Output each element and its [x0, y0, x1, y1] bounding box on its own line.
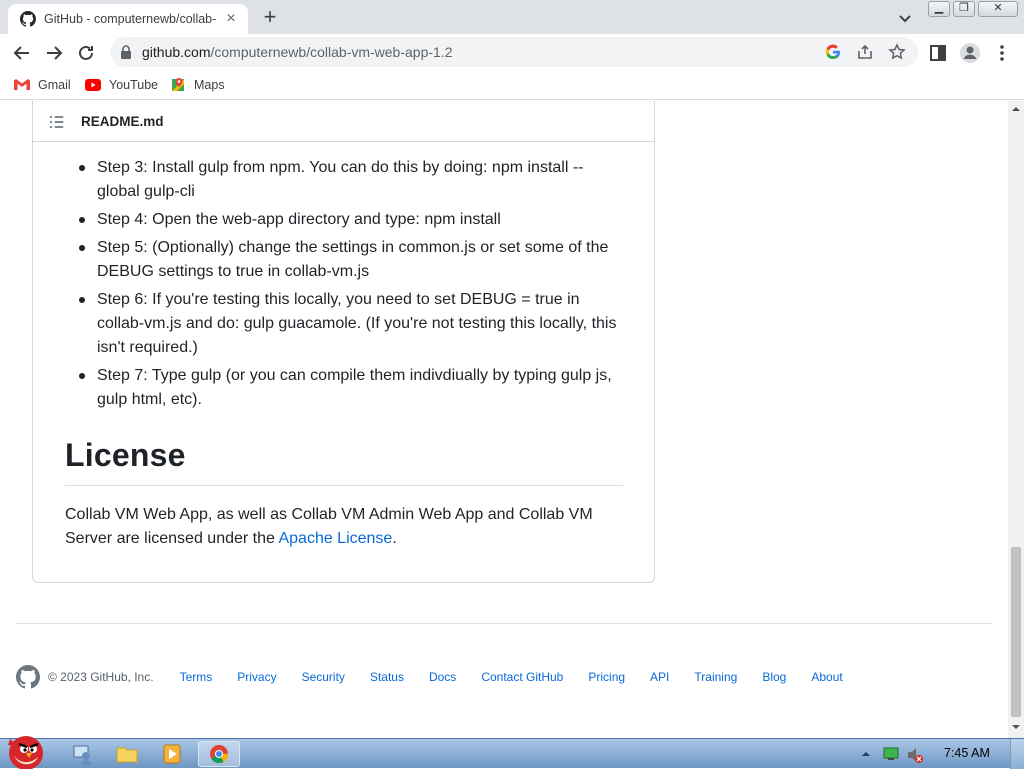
- show-desktop-button[interactable]: [1010, 739, 1024, 769]
- readme-filename: README.md: [81, 114, 164, 129]
- license-paragraph: Collab VM Web App, as well as Collab VM …: [65, 503, 625, 551]
- network-user-icon[interactable]: [64, 741, 102, 767]
- heading-divider: [65, 485, 623, 486]
- vertical-scrollbar[interactable]: [1008, 101, 1024, 738]
- taskbar-clock[interactable]: 7:45 AM: [944, 746, 990, 760]
- list-item: Step 6: If you're testing this locally, …: [65, 288, 625, 360]
- url-host: github.com: [142, 44, 211, 60]
- footer-link-terms[interactable]: Terms: [180, 670, 213, 684]
- start-button-angry-bird-icon[interactable]: [2, 729, 48, 769]
- side-panel-icon[interactable]: [925, 40, 951, 66]
- google-icon[interactable]: [824, 43, 842, 61]
- share-icon[interactable]: [856, 43, 874, 61]
- footer-link-api[interactable]: API: [650, 670, 669, 684]
- windows-taskbar: 7:45 AM: [0, 736, 1024, 769]
- browser-tab[interactable]: GitHub - computernewb/collab-vm-web-app-…: [8, 4, 248, 34]
- bookmark-label: YouTube: [109, 78, 159, 92]
- minimize-button[interactable]: ▁: [928, 1, 950, 17]
- footer-link-docs[interactable]: Docs: [429, 670, 456, 684]
- license-period: .: [392, 530, 397, 547]
- bookmark-label: Gmail: [38, 78, 71, 92]
- tab-search-chevron-icon[interactable]: [894, 8, 916, 28]
- forward-arrow-icon[interactable]: [41, 40, 67, 66]
- github-logo-icon[interactable]: [16, 665, 40, 689]
- page-viewport: README.md Step 3: Install gulp from npm.…: [0, 101, 1008, 738]
- github-icon: [20, 11, 36, 27]
- bookmark-maps[interactable]: Maps: [170, 76, 225, 94]
- chrome-taskbar-button[interactable]: [198, 741, 240, 767]
- list-item: Step 7: Type gulp (or you can compile th…: [65, 364, 625, 412]
- list-item: Step 5: (Optionally) change the settings…: [65, 236, 625, 284]
- address-bar[interactable]: github.com/computernewb/collab-vm-web-ap…: [110, 37, 918, 67]
- url-text: github.com/computernewb/collab-vm-web-ap…: [142, 44, 452, 60]
- list-item: Step 3: Install gulp from npm. You can d…: [65, 156, 625, 204]
- chrome-icon: [210, 745, 229, 764]
- footer-link-status[interactable]: Status: [370, 670, 404, 684]
- url-path: /computernewb/collab-vm-web-app-1.2: [210, 44, 453, 60]
- reload-icon[interactable]: [73, 40, 99, 66]
- media-player-icon[interactable]: [153, 741, 191, 767]
- tab-title: GitHub - computernewb/collab-vm-web-app-…: [44, 12, 216, 26]
- readme-header: README.md: [33, 102, 654, 142]
- footer-divider: [16, 623, 992, 624]
- footer-link-security[interactable]: Security: [302, 670, 345, 684]
- profile-avatar-icon[interactable]: [957, 40, 983, 66]
- footer-link-blog[interactable]: Blog: [762, 670, 786, 684]
- list-unordered-icon[interactable]: [49, 114, 65, 130]
- bookmark-youtube[interactable]: YouTube: [85, 76, 158, 94]
- scroll-up-arrow-icon[interactable]: [1008, 103, 1024, 115]
- kebab-menu-icon[interactable]: [989, 40, 1015, 66]
- footer-link-pricing[interactable]: Pricing: [588, 670, 625, 684]
- lock-icon[interactable]: [120, 45, 132, 59]
- apache-license-link[interactable]: Apache License: [278, 530, 392, 547]
- back-arrow-icon[interactable]: [9, 40, 35, 66]
- footer-link-privacy[interactable]: Privacy: [237, 670, 276, 684]
- install-steps-list: Step 3: Install gulp from npm. You can d…: [65, 156, 625, 416]
- bookmarks-bar: Gmail YouTube Maps: [0, 70, 1024, 100]
- star-bookmark-icon[interactable]: [888, 43, 906, 61]
- license-heading: License: [65, 437, 186, 473]
- footer-link-about[interactable]: About: [811, 670, 842, 684]
- tab-close-button[interactable]: ×: [222, 10, 240, 28]
- volume-muted-icon[interactable]: [906, 746, 924, 764]
- bookmark-label: Maps: [194, 78, 225, 92]
- youtube-icon: [85, 79, 101, 91]
- footer-link-contact[interactable]: Contact GitHub: [481, 670, 563, 684]
- browser-toolbar: github.com/computernewb/collab-vm-web-ap…: [0, 34, 1024, 70]
- bookmark-gmail[interactable]: Gmail: [14, 76, 71, 94]
- scroll-down-arrow-icon[interactable]: [1008, 721, 1024, 733]
- copyright-text: © 2023 GitHub, Inc.: [48, 670, 154, 684]
- file-explorer-icon[interactable]: [108, 741, 146, 767]
- list-item: Step 4: Open the web-app directory and t…: [65, 208, 625, 232]
- maps-icon: [172, 78, 184, 91]
- tab-strip: GitHub - computernewb/collab-vm-web-app-…: [0, 0, 1024, 34]
- restore-button[interactable]: ❐: [953, 1, 975, 17]
- gmail-icon: [14, 79, 30, 90]
- site-footer: © 2023 GitHub, Inc. Terms Privacy Securi…: [16, 665, 868, 689]
- new-tab-button[interactable]: +: [258, 6, 282, 30]
- network-tray-icon[interactable]: [882, 746, 900, 762]
- close-window-button[interactable]: ✕: [978, 1, 1018, 17]
- scrollbar-thumb[interactable]: [1011, 547, 1021, 717]
- footer-link-training[interactable]: Training: [694, 670, 737, 684]
- show-hidden-icons-arrow-icon[interactable]: [860, 748, 872, 760]
